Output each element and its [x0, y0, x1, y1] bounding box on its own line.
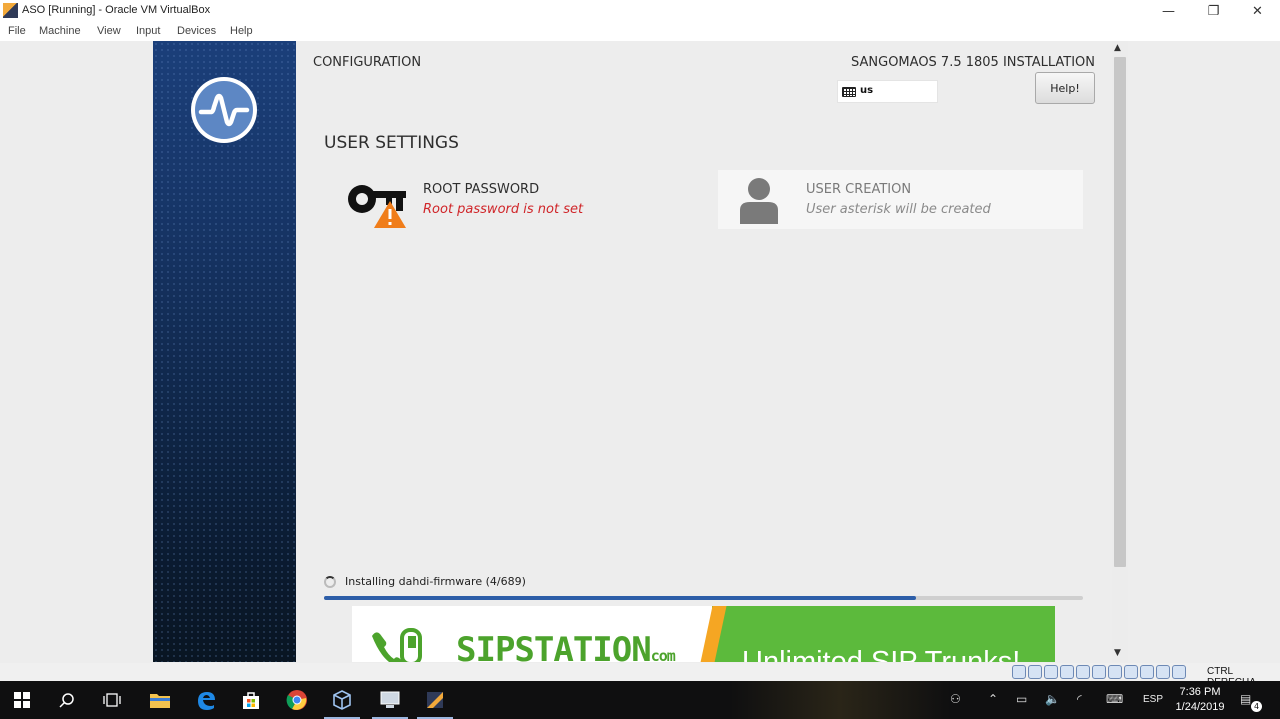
clock-date: 1/24/2019 — [1175, 701, 1225, 713]
banner-brand: SIPSTATIONcom — [456, 630, 676, 662]
keyboard-capture-icon[interactable] — [1172, 665, 1186, 679]
remote-desktop-button[interactable] — [368, 681, 412, 719]
optical-drive-icon[interactable] — [1028, 665, 1042, 679]
folder-icon — [150, 694, 170, 708]
taskbar-clock[interactable]: 7:36 PM 1/24/2019 — [1170, 685, 1230, 715]
installer-sidebar — [153, 41, 296, 662]
menu-input[interactable]: Input — [136, 25, 160, 37]
input-language[interactable]: ESP — [1143, 694, 1163, 705]
vertical-scrollbar[interactable]: ▲ ▼ — [1112, 41, 1128, 662]
window-title: ASO [Running] - Oracle VM VirtualBox — [22, 4, 211, 16]
menu-view[interactable]: View — [97, 25, 121, 37]
menu-help[interactable]: Help — [230, 25, 253, 37]
root-password-spoke[interactable]: ROOT PASSWORD Root password is not set — [346, 171, 706, 231]
store-icon — [243, 692, 259, 709]
scrollbar-thumb[interactable] — [1114, 57, 1126, 567]
mouse-integration-icon[interactable] — [1156, 665, 1170, 679]
windows-taskbar: ⚇ ⌃ ▭ 🔈 ◜ ⌨ ESP 7:36 PM 1/24/2019 ▤ 4 — [0, 681, 1280, 719]
chrome-icon — [286, 690, 307, 710]
progress-bar — [324, 596, 1083, 600]
product-title: SANGOMAOS 7.5 1805 INSTALLATION — [851, 55, 1095, 70]
vm-window-button[interactable] — [413, 681, 457, 719]
menu-devices[interactable]: Devices — [177, 25, 216, 37]
people-icon[interactable]: ⚇ — [950, 692, 961, 706]
sipstation-banner: SIPSTATIONcom Unlimited SIP Trunks! — [352, 606, 1055, 662]
audio-icon[interactable] — [1044, 665, 1058, 679]
display-icon[interactable] — [1108, 665, 1122, 679]
menu-file[interactable]: File — [8, 25, 26, 37]
progress-bar-fill — [324, 596, 917, 600]
user-creation-title: USER CREATION — [806, 182, 912, 197]
file-explorer-button[interactable] — [138, 681, 182, 719]
section-title-user-settings: USER SETTINGS — [324, 133, 459, 153]
store-button[interactable] — [229, 681, 273, 719]
close-button[interactable]: ✕ — [1235, 0, 1280, 22]
keyboard-layout-indicator[interactable]: us — [837, 80, 938, 103]
start-button[interactable] — [0, 681, 44, 719]
help-button[interactable]: Help! — [1035, 72, 1095, 104]
taskbar-wallpaper — [730, 681, 950, 719]
root-password-status: Root password is not set — [423, 202, 584, 217]
virtualbox-cube-icon — [333, 690, 351, 710]
virtualbox-icon — [3, 3, 18, 18]
computer-icon — [380, 691, 400, 708]
user-creation-spoke[interactable]: USER CREATION User asterisk will be crea… — [718, 170, 1083, 229]
vm-window-icon — [427, 692, 443, 708]
user-creation-status: User asterisk will be created — [806, 202, 991, 217]
task-view-button[interactable] — [90, 681, 134, 719]
spinner-icon — [324, 576, 336, 588]
installer-content: CONFIGURATION SANGOMAOS 7.5 1805 INSTALL… — [296, 41, 1112, 662]
menu-bar: File Machine View Input Devices Help — [0, 22, 1280, 41]
edge-button[interactable] — [184, 681, 228, 719]
keyboard-icon — [842, 87, 856, 97]
task-view-icon — [103, 693, 121, 707]
banner-slogan: Unlimited SIP Trunks! — [742, 646, 1021, 662]
key-warning-icon — [348, 185, 406, 228]
search-icon — [59, 693, 74, 708]
banner-brand-text: SIPSTATION — [456, 630, 652, 662]
hard-disk-icon[interactable] — [1012, 665, 1026, 679]
progress-text: Installing dahdi-firmware (4/689) — [345, 575, 526, 588]
minimize-button[interactable]: — — [1146, 0, 1191, 22]
notification-count-badge: 4 — [1251, 701, 1262, 712]
edge-icon — [198, 692, 215, 710]
touch-keyboard-icon[interactable]: ⌨ — [1106, 692, 1123, 706]
recording-icon[interactable] — [1124, 665, 1138, 679]
banner-brand-suffix: com — [650, 647, 676, 662]
chrome-button[interactable] — [275, 681, 319, 719]
device-icons — [1012, 665, 1186, 679]
battery-icon[interactable]: ▭ — [1016, 692, 1027, 706]
page-title: CONFIGURATION — [313, 55, 422, 70]
window-titlebar: ASO [Running] - Oracle VM VirtualBox — ❐… — [0, 0, 1280, 22]
root-password-title: ROOT PASSWORD — [423, 182, 540, 197]
phone-icon — [372, 628, 422, 662]
network-icon[interactable] — [1060, 665, 1074, 679]
scroll-up-icon[interactable]: ▲ — [1114, 43, 1121, 53]
search-button[interactable] — [45, 681, 89, 719]
vbox-status-bar: CTRL DERECHA — [0, 663, 1280, 688]
show-hidden-icons-icon[interactable]: ⌃ — [988, 692, 998, 706]
menu-machine[interactable]: Machine — [39, 25, 81, 37]
clock-time: 7:36 PM — [1179, 686, 1221, 698]
action-center-icon[interactable]: ▤ — [1240, 692, 1251, 706]
usb-icon[interactable] — [1076, 665, 1090, 679]
vtx-icon[interactable] — [1140, 665, 1154, 679]
sangoma-logo-icon — [191, 77, 257, 143]
volume-icon[interactable]: 🔈 — [1045, 692, 1060, 706]
windows-logo-icon — [14, 692, 30, 708]
keyboard-layout-label: us — [860, 85, 874, 96]
shared-folders-icon[interactable] — [1092, 665, 1106, 679]
user-icon — [740, 178, 778, 224]
virtualbox-taskbar-button[interactable] — [320, 681, 364, 719]
restore-button[interactable]: ❐ — [1191, 0, 1236, 22]
wifi-icon[interactable]: ◜ — [1077, 692, 1082, 706]
scroll-down-icon[interactable]: ▼ — [1114, 648, 1121, 658]
